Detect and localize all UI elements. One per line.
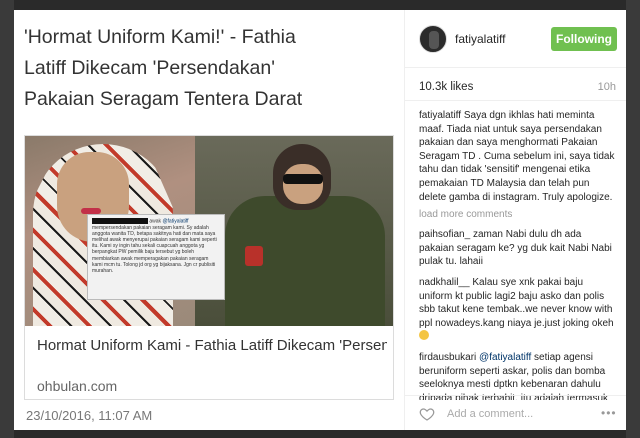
comment-user[interactable]: nadkhalil__: [419, 277, 470, 288]
sunglasses: [283, 174, 323, 184]
following-button[interactable]: Following: [551, 27, 617, 51]
comment-user[interactable]: paihsofian_: [419, 229, 470, 240]
post-header: fatiyalatiff Following: [405, 10, 626, 68]
card-source[interactable]: ohbulan.com: [37, 378, 117, 394]
comment-mention[interactable]: @fatiyalatiff: [479, 352, 531, 363]
card-title[interactable]: Hormat Uniform Kami - Fathia Latiff Dike…: [37, 336, 387, 356]
list-item: fatiyalatiff Saya dgn ikhlas hati memint…: [419, 109, 616, 204]
post-modal: 'Hormat Uniform Kami!' - Fathia Latiff D…: [14, 10, 626, 430]
redacted-name: [92, 218, 148, 224]
screenshot-note: awak @fatiyalatiff mempersendakan pakaia…: [87, 214, 225, 300]
comments-panel: fatiyalatiff Following 10.3k likes 10h f…: [404, 10, 626, 430]
list-item: paihsofian_ zaman Nabi dulu dh ada pakai…: [419, 228, 616, 269]
post-date: 23/10/2016, 11:07 AM: [26, 408, 153, 423]
list-item: nadkhalil__ Kalau sye xnk pakai baju uni…: [419, 276, 616, 344]
card-image: awak @fatiyalatiff mempersendakan pakaia…: [25, 136, 393, 326]
article-headline: 'Hormat Uniform Kami!' - Fathia Latiff D…: [24, 26, 303, 110]
add-comment-input[interactable]: Add a comment...: [447, 408, 533, 420]
link-preview-card[interactable]: awak @fatiyalatiff mempersendakan pakaia…: [24, 135, 394, 400]
post-time: 10h: [597, 81, 616, 93]
heart-icon[interactable]: [419, 406, 435, 422]
comment-bar: Add a comment... •••: [405, 395, 626, 430]
avatar[interactable]: [419, 25, 447, 53]
smile-emoji-icon: [419, 330, 429, 341]
comment-text: Saya dgn ikhlas hati meminta maaf. Tiada…: [419, 110, 615, 203]
more-options-icon[interactable]: •••: [601, 406, 617, 420]
comment-user[interactable]: fatiyalatiff: [419, 110, 461, 121]
post-image-panel: 'Hormat Uniform Kami!' - Fathia Latiff D…: [14, 10, 404, 430]
comment-list[interactable]: fatiyalatiff Saya dgn ikhlas hati memint…: [405, 100, 626, 400]
background-right: [626, 0, 640, 438]
likes-count[interactable]: 10.3k likes: [419, 81, 619, 93]
list-item: firdausbukari @fatiyalatiff setiap agens…: [419, 351, 616, 400]
load-more-comments[interactable]: load more comments: [419, 209, 616, 220]
background-left: [0, 0, 14, 438]
username[interactable]: fatiyalatiff: [455, 32, 505, 46]
comment-user[interactable]: firdausbukari: [419, 352, 476, 363]
